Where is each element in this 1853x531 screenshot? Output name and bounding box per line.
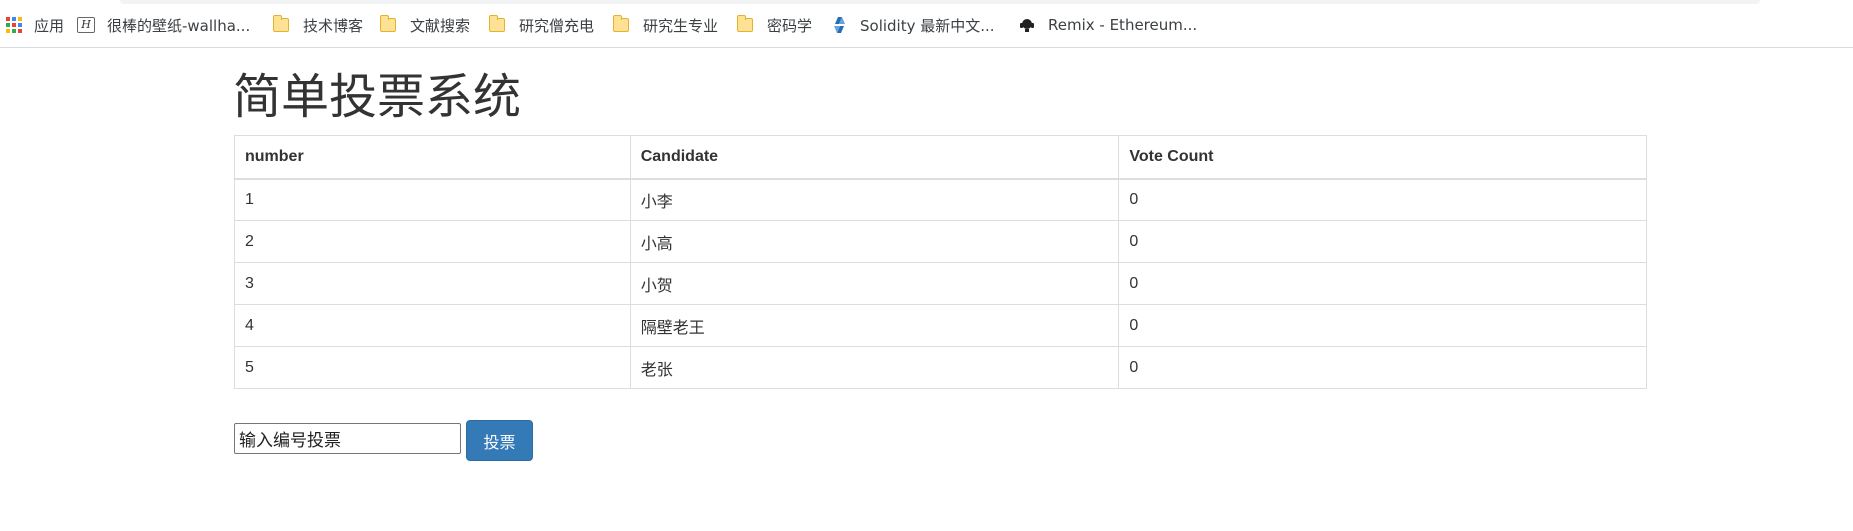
bookmark-literature-search[interactable]: 文献搜索 xyxy=(380,14,470,36)
bookmark-tech-blog[interactable]: 技术博客 xyxy=(273,14,363,36)
bookmark-solidity[interactable]: Solidity 最新中文... xyxy=(832,14,995,36)
bookmark-label: 研究僧充电 xyxy=(519,16,595,35)
bookmark-wallhaven[interactable]: H 很棒的壁纸-wallha... xyxy=(77,14,250,36)
wallhaven-icon: H xyxy=(77,17,95,33)
cell-number: 1 xyxy=(234,178,631,221)
cell-vote-count: 0 xyxy=(1118,346,1647,389)
cell-number: 4 xyxy=(234,304,631,347)
cell-number: 2 xyxy=(234,220,631,263)
bookmark-grad-major[interactable]: 研究生专业 xyxy=(613,14,718,36)
bookmark-label: 密码学 xyxy=(767,16,813,35)
bookmark-label: 应用 xyxy=(34,16,65,35)
bookmarks-bar: 应用 H 很棒的壁纸-wallha... 技术博客 文献搜索 研究僧充电 研究生… xyxy=(0,0,1853,48)
cell-number: 3 xyxy=(234,262,631,305)
folder-icon xyxy=(380,15,396,32)
table-row: 2 小高 0 xyxy=(234,220,1647,263)
bookmark-label: 很棒的壁纸-wallha... xyxy=(107,16,251,35)
cell-candidate: 隔壁老王 xyxy=(629,304,1120,347)
vote-button[interactable]: 投票 xyxy=(466,420,533,461)
table-row: 3 小贺 0 xyxy=(234,262,1647,305)
folder-icon xyxy=(613,15,629,32)
cell-vote-count: 0 xyxy=(1118,262,1647,305)
bookmark-label: Solidity 最新中文... xyxy=(860,16,995,35)
bookmark-label: 文献搜索 xyxy=(410,16,471,35)
page-title: 简单投票系统 xyxy=(233,69,522,125)
column-header-number: number xyxy=(234,135,631,180)
candidate-number-input[interactable] xyxy=(234,423,461,454)
cell-candidate: 小贺 xyxy=(629,262,1120,305)
table-row: 5 老张 0 xyxy=(234,346,1647,389)
bookmark-label: 研究生专业 xyxy=(643,16,719,35)
cell-candidate: 老张 xyxy=(629,346,1120,389)
table-row: 4 隔壁老王 0 xyxy=(234,304,1647,347)
folder-icon xyxy=(489,15,505,32)
bookmark-apps[interactable]: 应用 xyxy=(6,14,64,36)
cell-candidate: 小李 xyxy=(629,178,1120,221)
candidates-table: number Candidate Vote Count 1 小李 0 2 小高 … xyxy=(234,135,1647,389)
cell-vote-count: 0 xyxy=(1118,220,1647,263)
cell-vote-count: 0 xyxy=(1118,178,1647,221)
solidity-icon xyxy=(834,17,845,33)
remix-icon xyxy=(1020,19,1034,32)
bookmark-label: Remix - Ethereum... xyxy=(1048,16,1198,34)
folder-icon xyxy=(737,15,753,32)
bookmark-remix[interactable]: Remix - Ethereum... xyxy=(1018,14,1197,36)
cell-number: 5 xyxy=(234,346,631,389)
cell-vote-count: 0 xyxy=(1118,304,1647,347)
cell-candidate: 小高 xyxy=(629,220,1120,263)
table-row: 1 小李 0 xyxy=(234,178,1647,221)
bookmark-grad-recharge[interactable]: 研究僧充电 xyxy=(489,14,594,36)
apps-grid-icon xyxy=(6,17,22,33)
column-header-vote-count: Vote Count xyxy=(1118,135,1647,180)
address-bar-edge xyxy=(120,0,1760,4)
bookmark-label: 技术博客 xyxy=(303,16,364,35)
table-header-row: number Candidate Vote Count xyxy=(234,135,1647,180)
folder-icon xyxy=(273,15,289,32)
column-header-candidate: Candidate xyxy=(629,135,1120,180)
bookmark-cryptography[interactable]: 密码学 xyxy=(737,14,812,36)
